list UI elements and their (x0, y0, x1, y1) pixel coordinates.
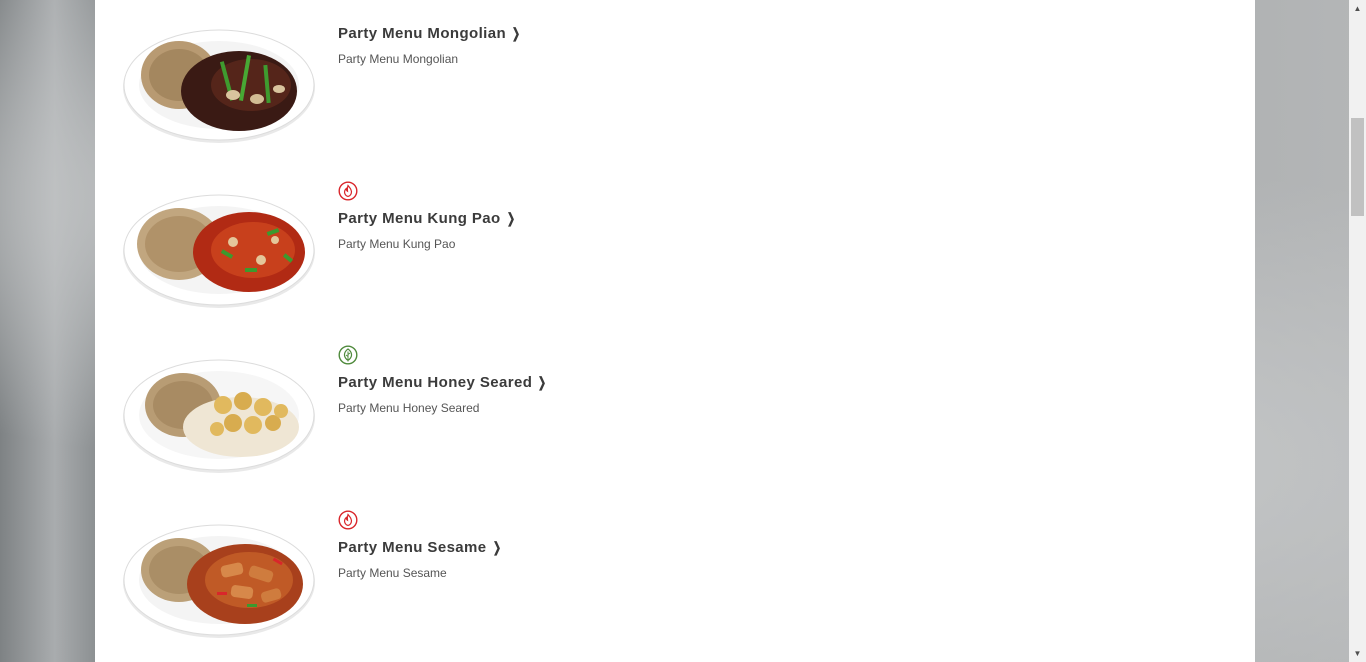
menu-page: Party Menu Mongolian ❯ Party Menu Mongoli… (95, 0, 1255, 662)
scroll-down-arrow-icon[interactable]: ▼ (1349, 645, 1366, 662)
chevron-right-icon: ❯ (506, 210, 515, 226)
item-title-text[interactable]: Party Menu Sesame (338, 539, 487, 556)
item-title-text[interactable]: Party Menu Kung Pao (338, 210, 501, 227)
menu-item-kung-pao[interactable]: Party Menu Kung Pao ❯ Party Menu Kung Pao (95, 165, 1255, 330)
item-description: Party Menu Honey Seared (338, 401, 480, 415)
menu-item-mongolian[interactable]: Party Menu Mongolian ❯ Party Menu Mongoli… (95, 0, 1255, 165)
scroll-up-arrow-icon[interactable]: ▲ (1349, 0, 1366, 17)
wok-smart-icon (338, 345, 358, 365)
item-title-link[interactable]: Party Menu Sesame ❯ (338, 539, 503, 556)
chevron-right-icon: ❯ (538, 374, 547, 390)
mongolian-beef-plate-image[interactable] (121, 25, 317, 145)
item-title-link[interactable]: Party Menu Mongolian ❯ (338, 25, 522, 42)
vertical-scrollbar[interactable]: ▲ ▼ (1349, 0, 1366, 662)
spicy-icon (338, 510, 358, 530)
sesame-plate-image[interactable] (121, 520, 317, 640)
item-description: Party Menu Kung Pao (338, 237, 456, 251)
honey-seared-plate-image[interactable] (121, 355, 317, 475)
chevron-right-icon: ❯ (492, 539, 501, 555)
item-title-text[interactable]: Party Menu Mongolian (338, 25, 506, 42)
item-title-link[interactable]: Party Menu Honey Seared ❯ (338, 374, 548, 391)
scrollbar-thumb[interactable] (1351, 118, 1364, 216)
spicy-icon (338, 181, 358, 201)
item-title-text[interactable]: Party Menu Honey Seared (338, 374, 532, 391)
kung-pao-plate-image[interactable] (121, 190, 317, 310)
item-description: Party Menu Mongolian (338, 52, 459, 66)
menu-item-sesame[interactable]: Party Menu Sesame ❯ Party Menu Sesame (95, 495, 1255, 660)
item-description: Party Menu Sesame (338, 566, 447, 580)
menu-item-honey-seared[interactable]: Party Menu Honey Seared ❯ Party Menu Hone… (95, 330, 1255, 495)
item-title-link[interactable]: Party Menu Kung Pao ❯ (338, 210, 517, 227)
chevron-right-icon: ❯ (511, 25, 521, 41)
